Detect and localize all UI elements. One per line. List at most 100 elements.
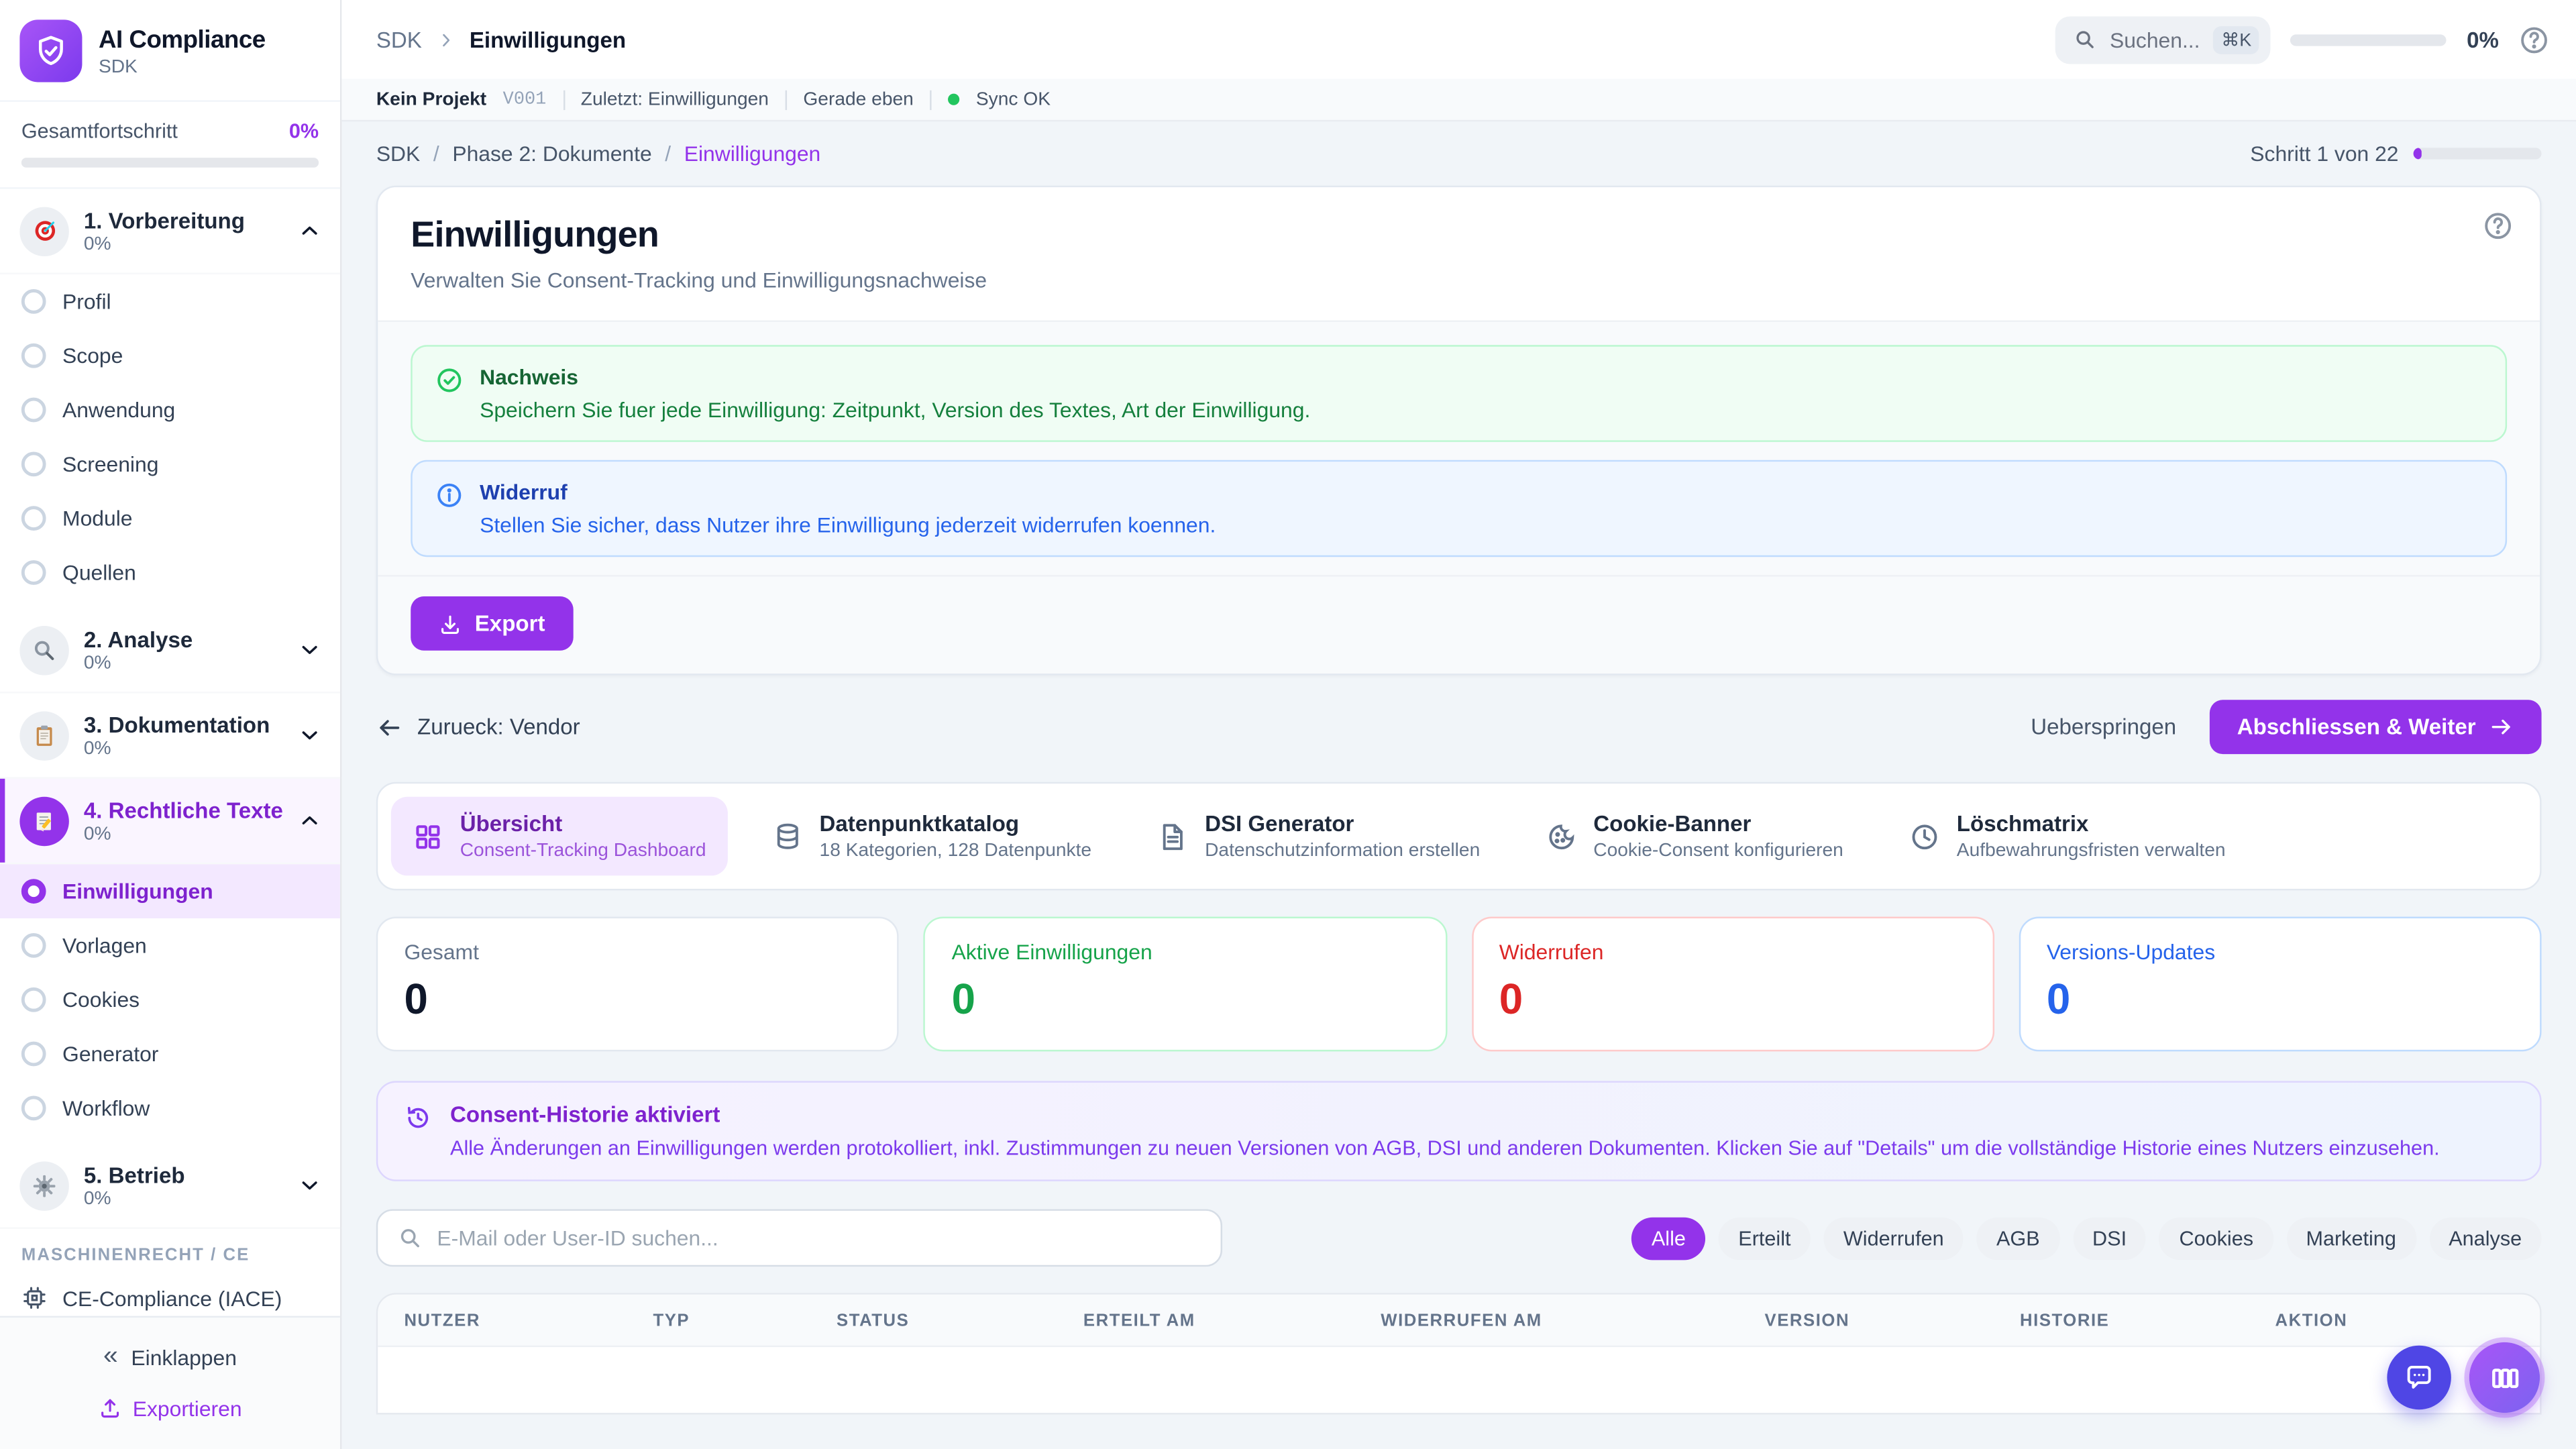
sidebar-footer: « Einklappen Exportieren [0, 1316, 340, 1449]
cookie-icon [1546, 820, 1577, 852]
chevron-down-icon [299, 1175, 321, 1196]
sidebar-section-dokumentation[interactable]: 3. Dokumentation 0% [0, 693, 340, 778]
sidebar-export-button[interactable]: Exportieren [0, 1383, 340, 1432]
section-percent: 0% [84, 739, 284, 758]
sidebar-item-vorlagen[interactable]: Vorlagen [0, 918, 340, 973]
tab-uebersicht[interactable]: ÜbersichtConsent-Tracking Dashboard [391, 797, 728, 876]
sidebar-nav: 1. Vorbereitung 0% Profil Scope Anwendun… [0, 189, 340, 1316]
sidebar-item-ce-compliance[interactable]: CE-Compliance (IACE) [0, 1272, 340, 1316]
overall-progress-label: Gesamtfortschritt [21, 120, 178, 143]
chip-alle[interactable]: Alle [1631, 1216, 1705, 1259]
chip-agb[interactable]: AGB [1977, 1216, 2059, 1259]
info-box-title: Nachweis [480, 365, 1310, 390]
info-box-nachweis: Nachweis Speichern Sie fuer jede Einwill… [411, 345, 2507, 441]
cpu-icon [21, 1285, 48, 1311]
overall-progress-bar [21, 158, 319, 168]
chip-analyse[interactable]: Analyse [2429, 1216, 2542, 1259]
sidebar-item-module[interactable]: Module [0, 491, 340, 545]
radio-icon [21, 1042, 46, 1067]
radio-icon [21, 560, 46, 585]
export-label: Exportieren [133, 1395, 242, 1420]
chip-erteilt[interactable]: Erteilt [1719, 1216, 1811, 1259]
tab-dsi-generator[interactable]: DSI GeneratorDatenschutzinformation erst… [1136, 797, 1501, 876]
search-placeholder-text: Suchen... [2110, 27, 2200, 52]
back-button[interactable]: Zurueck: Vendor [376, 714, 580, 740]
chevron-up-icon [299, 810, 321, 831]
breadcrumb-root[interactable]: SDK [376, 27, 422, 52]
page-breadcrumb-row: SDK / Phase 2: Dokumente / Einwilligunge… [376, 142, 2542, 166]
chevron-up-icon [299, 220, 321, 241]
tab-loeschmatrix[interactable]: LöschmatrixAufbewahrungsfristen verwalte… [1888, 797, 2247, 876]
crumb-sdk[interactable]: SDK [376, 142, 420, 166]
magnifier-icon [19, 625, 68, 674]
global-search-input[interactable]: Suchen... ⌘K [2055, 15, 2271, 63]
card-actions: Export [378, 575, 2540, 674]
chip-cookies[interactable]: Cookies [2159, 1216, 2273, 1259]
radio-icon [21, 343, 46, 368]
sync-status-dot [948, 94, 959, 105]
chevron-down-icon [299, 639, 321, 661]
consent-table: NUTZER TYP STATUS ERTEILT AM WIDERRUFEN … [376, 1293, 2542, 1414]
help-icon[interactable] [2518, 24, 2550, 56]
tab-datenpunktkatalog[interactable]: Datenpunktkatalog18 Kategorien, 128 Date… [751, 797, 1113, 876]
user-search-input[interactable] [437, 1226, 1201, 1250]
chip-marketing[interactable]: Marketing [2286, 1216, 2416, 1259]
sidebar-item-quellen[interactable]: Quellen [0, 545, 340, 600]
crumb-phase2[interactable]: Phase 2: Dokumente [452, 142, 651, 166]
radio-icon [21, 987, 46, 1012]
chip-widerrufen[interactable]: Widerrufen [1824, 1216, 1964, 1259]
download-icon [439, 612, 462, 635]
sidebar-section-vorbereitung[interactable]: 1. Vorbereitung 0% [0, 189, 340, 274]
sidebar-section-rechtliche-texte[interactable]: 4. Rechtliche Texte 0% [0, 779, 340, 864]
skip-button[interactable]: Ueberspringen [2031, 714, 2176, 739]
status-bar: Kein Projekt V001 Zuletzt: Einwilligunge… [341, 79, 2576, 122]
arrow-left-icon [376, 714, 402, 740]
ce-compliance-label: CE-Compliance (IACE) [62, 1285, 282, 1310]
finish-next-button[interactable]: Abschliessen & Weiter [2209, 700, 2541, 754]
sidebar-item-profil[interactable]: Profil [0, 274, 340, 329]
file-text-icon [1157, 820, 1189, 852]
chat-fab-button[interactable] [2387, 1346, 2451, 1410]
card-help-icon[interactable] [2482, 210, 2514, 241]
sidebar-item-anwendung[interactable]: Anwendung [0, 383, 340, 437]
info-box-text: Speichern Sie fuer jede Einwilligung: Ze… [480, 398, 1310, 423]
overall-progress-value: 0% [289, 120, 319, 143]
divider [563, 89, 564, 109]
info-circle-icon [435, 482, 464, 510]
stat-gesamt: Gesamt 0 [376, 917, 899, 1052]
sidebar-item-cookies[interactable]: Cookies [0, 973, 340, 1027]
search-icon [398, 1226, 423, 1250]
export-button[interactable]: Export [411, 596, 573, 651]
crumb-current: Einwilligungen [684, 142, 821, 166]
radio-icon [21, 289, 46, 314]
overall-progress: Gesamtfortschritt 0% [0, 102, 340, 189]
col-status: STATUS [837, 1310, 1083, 1330]
memo-icon [19, 796, 68, 845]
sidebar-item-workflow[interactable]: Workflow [0, 1081, 340, 1135]
section-title: 3. Dokumentation [84, 712, 284, 737]
step-indicator: Schritt 1 von 22 [2250, 142, 2541, 166]
sidebar-item-generator[interactable]: Generator [0, 1027, 340, 1081]
consent-card-body: Nachweis Speichern Sie fuer jede Einwill… [378, 322, 2540, 557]
collapse-sidebar-button[interactable]: « Einklappen [0, 1331, 340, 1383]
grid-icon [413, 820, 444, 852]
sidebar-item-scope[interactable]: Scope [0, 329, 340, 383]
step-progress-bar [2414, 148, 2542, 159]
project-name: Kein Projekt [376, 89, 486, 109]
chip-dsi[interactable]: DSI [2073, 1216, 2147, 1259]
stat-widerrufen: Widerrufen 0 [1471, 917, 1994, 1052]
sidebar-item-einwilligungen[interactable]: Einwilligungen [0, 864, 340, 918]
last-edited-time: Gerade eben [803, 89, 913, 109]
stats-row: Gesamt 0 Aktive Einwilligungen 0 Widerru… [376, 917, 2542, 1052]
step-label: Schritt 1 von 22 [2250, 142, 2398, 166]
sidebar-item-screening[interactable]: Screening [0, 437, 340, 491]
gear-icon [19, 1161, 68, 1210]
app-subtitle: SDK [99, 56, 266, 76]
tab-cookie-banner[interactable]: Cookie-BannerCookie-Consent konfiguriere… [1524, 797, 1864, 876]
sidebar-section-betrieb[interactable]: 5. Betrieb 0% [0, 1143, 340, 1228]
tab-bar: ÜbersichtConsent-Tracking Dashboard Date… [376, 782, 2542, 891]
board-columns-fab-button[interactable] [2469, 1342, 2540, 1413]
topbar: SDK Einwilligungen Suchen... ⌘K 0% [341, 0, 2576, 79]
info-box-widerruf: Widerruf Stellen Sie sicher, dass Nutzer… [411, 460, 2507, 557]
sidebar-section-analyse[interactable]: 2. Analyse 0% [0, 608, 340, 693]
